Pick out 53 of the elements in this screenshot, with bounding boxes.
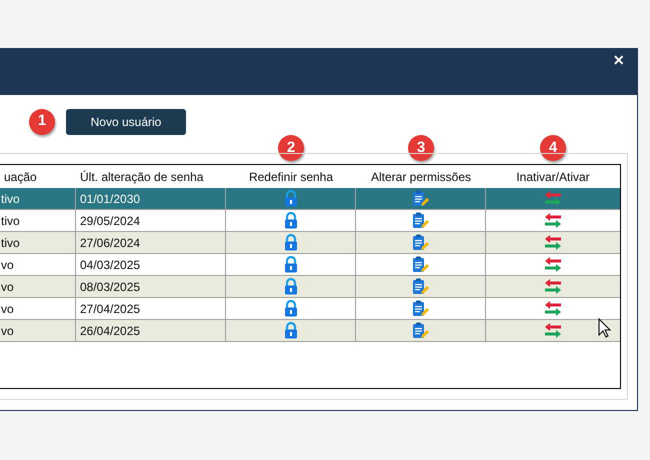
lock-icon[interactable] [284, 322, 298, 339]
mouse-cursor-icon [598, 318, 611, 338]
new-user-button[interactable]: Novo usuário [66, 108, 186, 134]
lock-icon[interactable] [284, 234, 298, 251]
table-row[interactable]: tivo 01/01/2030 [0, 188, 620, 210]
lock-icon[interactable] [284, 212, 298, 229]
clipboard-pencil-icon[interactable] [412, 256, 429, 273]
swap-arrows-icon[interactable] [544, 278, 562, 295]
step-badge: 1 [29, 108, 55, 134]
lock-icon[interactable] [284, 278, 298, 295]
swap-arrows-icon[interactable] [544, 300, 562, 317]
column-header: Alterar permissões [370, 168, 472, 186]
clipboard-pencil-icon[interactable] [412, 278, 429, 295]
table-row[interactable]: vo 08/03/2025 [0, 276, 620, 298]
table-cell-text: 29/05/2024 [80, 212, 140, 230]
table-cell-text: vo [1, 322, 14, 340]
table-row[interactable]: tivo 29/05/2024 [0, 210, 620, 232]
table-cell-text: vo [1, 300, 14, 318]
column-header: Últ. alteração de senha [80, 168, 204, 186]
table-cell-text: 27/06/2024 [80, 234, 140, 252]
clipboard-pencil-icon[interactable] [412, 300, 429, 317]
swap-arrows-icon[interactable] [544, 212, 562, 229]
swap-arrows-icon[interactable] [544, 234, 562, 251]
table-cell-text: 26/04/2025 [80, 322, 140, 340]
table-cell-text: tivo [1, 212, 20, 230]
lock-icon[interactable] [284, 300, 298, 317]
table-cell-text: tivo [1, 234, 20, 252]
lock-icon[interactable] [284, 256, 298, 273]
table-cell-text: 04/03/2025 [80, 256, 140, 274]
table-row[interactable]: vo 04/03/2025 [0, 254, 620, 276]
table-row[interactable]: tivo 27/06/2024 [0, 232, 620, 254]
table-row[interactable]: vo 27/04/2025 [0, 298, 620, 320]
clipboard-pencil-icon[interactable] [412, 212, 429, 229]
clipboard-pencil-icon[interactable] [412, 234, 429, 251]
swap-arrows-icon[interactable] [544, 256, 562, 273]
table-cell-text: 08/03/2025 [80, 278, 140, 296]
column-header: uação [4, 168, 37, 186]
step-badge: 3 [408, 135, 434, 161]
column-header: Redefinir senha [248, 168, 334, 186]
step-badge: 4 [540, 135, 566, 161]
clipboard-pencil-icon[interactable] [412, 322, 429, 339]
table-cell-text: 01/01/2030 [80, 190, 140, 208]
table-cell-text: 27/04/2025 [80, 300, 140, 318]
swap-arrows-icon[interactable] [544, 322, 562, 339]
clipboard-pencil-icon[interactable] [412, 190, 429, 207]
table-cell-text: vo [1, 278, 14, 296]
table-cell-text: tivo [1, 190, 20, 208]
column-header: Inativar/Ativar [516, 168, 590, 186]
close-button[interactable]: × [613, 50, 624, 70]
step-badge: 2 [278, 135, 304, 161]
table-cell-text: vo [1, 256, 14, 274]
lock-icon[interactable] [284, 190, 298, 207]
table-row[interactable]: vo 26/04/2025 [0, 320, 620, 342]
